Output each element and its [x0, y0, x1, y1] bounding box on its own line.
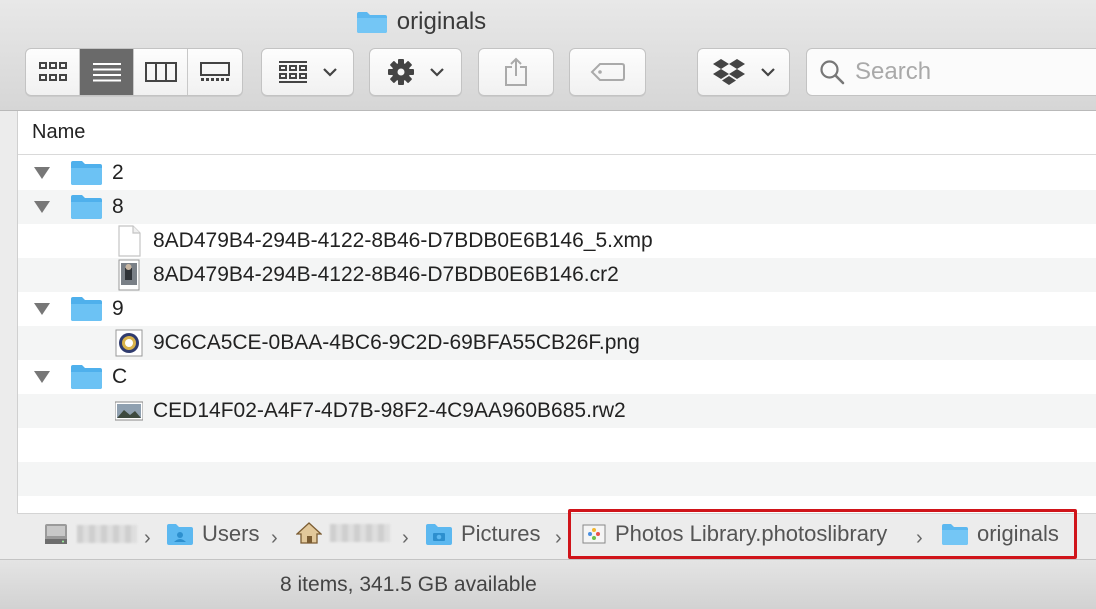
search-input[interactable] — [855, 58, 1095, 86]
path-item-home[interactable] — [296, 521, 390, 545]
file-name: 8AD479B4-294B-4122-8B46-D7BDB0E6B146.cr2 — [153, 263, 619, 286]
path-separator-icon: › — [144, 527, 151, 549]
path-separator-icon: › — [916, 527, 923, 549]
dropbox-button[interactable] — [697, 48, 790, 96]
group-by-icon — [278, 61, 307, 83]
icon-view-button[interactable] — [26, 49, 80, 95]
tag-icon — [590, 63, 625, 81]
raw-photo-icon — [118, 259, 140, 291]
action-menu-button[interactable] — [369, 48, 462, 96]
path-item-label: Photos Library.photoslibrary — [615, 521, 888, 546]
disclosure-triangle-icon[interactable] — [32, 301, 52, 317]
hard-drive-icon — [45, 524, 67, 544]
status-bar: 8 items, 341.5 GB available — [0, 559, 1096, 609]
folder-name: 2 — [112, 161, 124, 184]
disclosure-triangle-icon[interactable] — [32, 165, 52, 181]
folder-row-2[interactable]: 2 — [18, 156, 1096, 190]
window-title: originals — [0, 8, 842, 36]
folder-icon — [356, 12, 387, 33]
path-item-disk[interactable] — [43, 521, 137, 547]
file-rows: 2 8 8AD479B4-294B-4122-8B46-D7BDB0E6B146… — [18, 156, 1096, 530]
folder-name: 8 — [112, 195, 124, 218]
folder-icon — [942, 524, 968, 545]
redacted-label — [330, 524, 390, 542]
photos-library-icon — [582, 524, 606, 544]
path-item-pictures[interactable]: Pictures — [425, 521, 540, 547]
file-name: 9C6CA5CE-0BAA-4BC6-9C2D-69BFA55CB26F.png — [153, 331, 640, 354]
home-icon — [296, 522, 322, 544]
path-bar: › Users › › Pictures › Photos Library.ph… — [17, 509, 1096, 559]
document-icon — [118, 225, 141, 257]
path-item-label: originals — [977, 521, 1059, 546]
status-text: 8 items, 341.5 GB available — [280, 573, 537, 596]
gallery-view-button[interactable] — [188, 49, 242, 95]
gallery-icon — [200, 62, 230, 81]
folder-icon — [71, 195, 102, 219]
empty-row — [18, 462, 1096, 496]
gear-icon — [387, 59, 414, 85]
file-name: CED14F02-A4F7-4D7B-98F2-4C9AA960B685.rw2 — [153, 399, 626, 422]
file-row-xmp[interactable]: 8AD479B4-294B-4122-8B46-D7BDB0E6B146_5.x… — [18, 224, 1096, 258]
path-item-photos-library[interactable]: Photos Library.photoslibrary — [581, 521, 887, 547]
png-image-icon — [115, 329, 143, 357]
search-field[interactable] — [806, 48, 1096, 96]
group-by-button[interactable] — [261, 48, 354, 96]
path-item-originals[interactable]: originals — [941, 521, 1059, 547]
share-button[interactable] — [478, 48, 554, 96]
file-row-rw2[interactable]: CED14F02-A4F7-4D7B-98F2-4C9AA960B685.rw2 — [18, 394, 1096, 428]
file-row-png[interactable]: 9C6CA5CE-0BAA-4BC6-9C2D-69BFA55CB26F.png — [18, 326, 1096, 360]
search-icon — [820, 60, 845, 85]
share-icon — [505, 57, 527, 86]
chevron-down-icon — [322, 68, 337, 77]
empty-row — [18, 428, 1096, 462]
path-item-users[interactable]: Users — [166, 521, 259, 547]
path-separator-icon: › — [555, 527, 562, 549]
path-separator-icon: › — [402, 527, 409, 549]
disclosure-triangle-icon[interactable] — [32, 199, 52, 215]
path-separator-icon: › — [271, 527, 278, 549]
file-name: 8AD479B4-294B-4122-8B46-D7BDB0E6B146_5.x… — [153, 229, 653, 252]
folder-name: 9 — [112, 297, 124, 320]
path-item-label: Users — [202, 521, 260, 546]
name-column-header[interactable]: Name — [18, 111, 1096, 155]
tags-button[interactable] — [569, 48, 646, 96]
disclosure-triangle-icon[interactable] — [32, 369, 52, 385]
column-view-button[interactable] — [134, 49, 188, 95]
finder-toolbar: originals — [0, 0, 1096, 111]
pictures-folder-icon — [426, 524, 452, 545]
grid-icon — [38, 62, 67, 81]
folder-name: C — [112, 365, 128, 388]
landscape-photo-icon — [115, 401, 143, 421]
file-list: Name 2 8 8AD479B4-294B-4122-8B46-D7BDB0E… — [17, 111, 1096, 513]
list-view-button[interactable] — [80, 49, 134, 95]
folder-icon — [71, 161, 102, 185]
columns-icon — [144, 62, 177, 82]
chevron-down-icon — [429, 68, 444, 77]
users-folder-icon — [167, 524, 193, 545]
view-mode-control — [25, 48, 243, 96]
folder-icon — [71, 365, 102, 389]
dropbox-icon — [712, 59, 745, 85]
window-title-text: originals — [396, 8, 487, 35]
redacted-label — [77, 525, 137, 543]
folder-row-9[interactable]: 9 — [18, 292, 1096, 326]
list-icon — [92, 63, 121, 82]
column-header-label: Name — [32, 121, 86, 143]
folder-row-c[interactable]: C — [18, 360, 1096, 394]
path-item-label: Pictures — [461, 521, 541, 546]
folder-icon — [71, 297, 102, 321]
folder-row-8[interactable]: 8 — [18, 190, 1096, 224]
file-row-cr2[interactable]: 8AD479B4-294B-4122-8B46-D7BDB0E6B146.cr2 — [18, 258, 1096, 292]
chevron-down-icon — [760, 68, 775, 77]
